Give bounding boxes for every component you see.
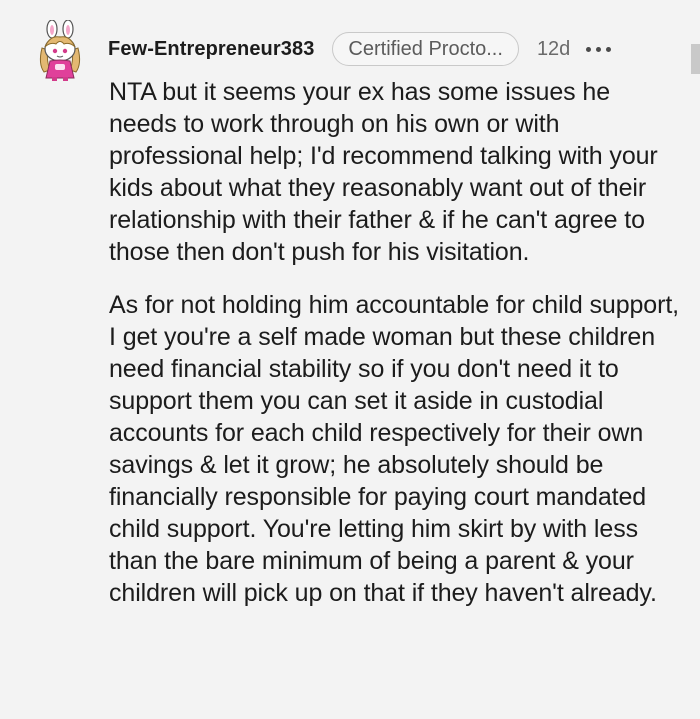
more-dot — [606, 46, 612, 52]
comment: Few-Entrepreneur383 Certified Procto... … — [0, 0, 700, 719]
comment-age: 12d — [536, 37, 571, 60]
scrollbar-thumb[interactable] — [691, 44, 700, 74]
comment-header: Few-Entrepreneur383 Certified Procto... … — [108, 30, 613, 68]
more-dot — [586, 46, 592, 52]
comment-body: NTA but it seems your ex has some issues… — [109, 76, 684, 630]
snoo-avatar-icon — [39, 19, 81, 81]
comment-paragraph: As for not holding him accountable for c… — [109, 291, 680, 607]
more-options-icon[interactable] — [584, 39, 613, 59]
comment-paragraph: NTA but it seems your ex has some issues… — [109, 78, 658, 266]
username-link[interactable]: Few-Entrepreneur383 — [108, 38, 314, 61]
user-avatar[interactable] — [30, 19, 90, 82]
user-flair: Certified Procto... — [332, 32, 519, 66]
more-dot — [596, 46, 602, 52]
